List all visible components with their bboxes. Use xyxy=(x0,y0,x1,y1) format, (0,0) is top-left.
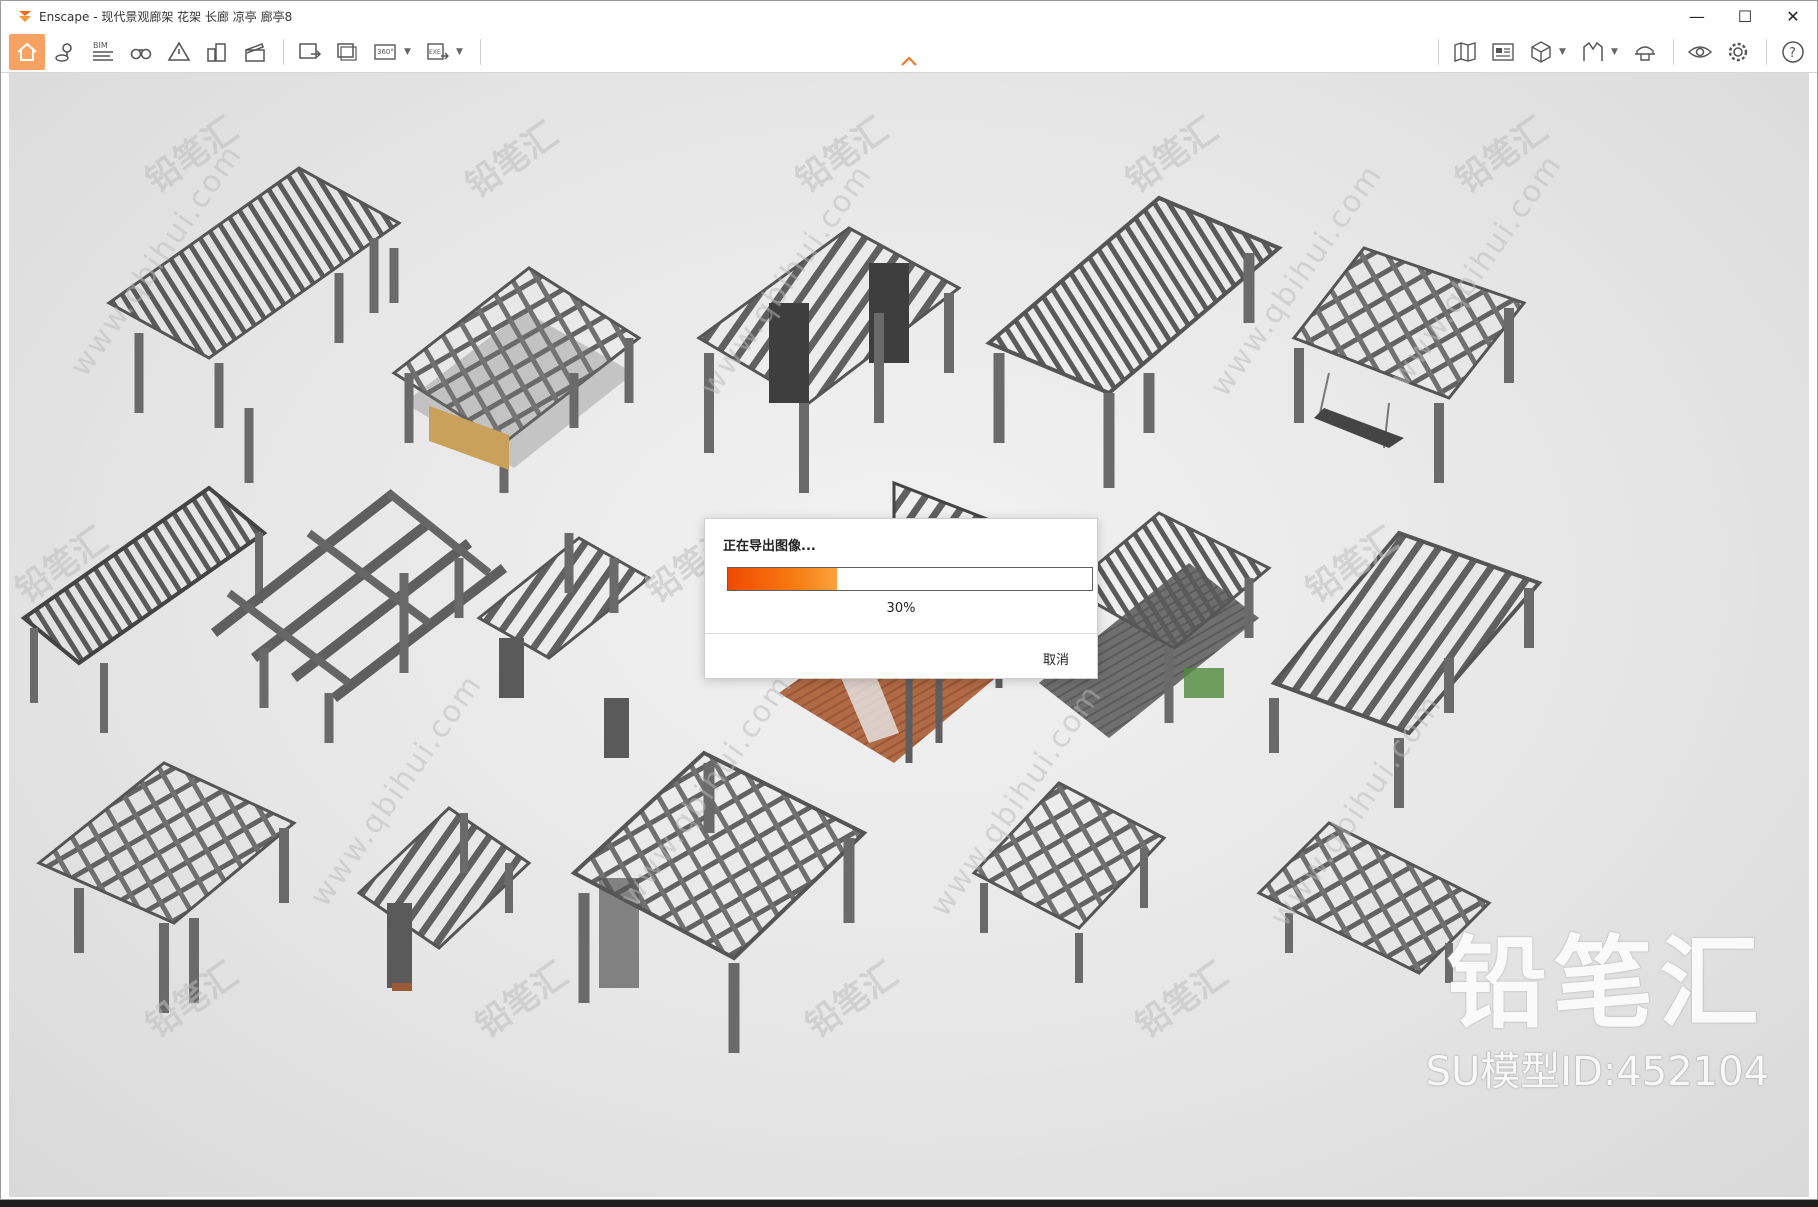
binoculars-icon xyxy=(130,48,152,59)
pergola-model xyxy=(1269,530,1543,808)
pergola-model xyxy=(36,761,297,1013)
pergola-model xyxy=(106,166,402,483)
bim-icon: BIM xyxy=(93,41,113,61)
batch-render-button[interactable] xyxy=(330,34,366,70)
pergola-model xyxy=(570,750,868,1053)
cube-icon xyxy=(1531,41,1551,63)
toolbar-separator xyxy=(1673,39,1674,65)
title-bar: Enscape - 现代景观廊架 花架 长廊 凉亭 廊亭8 — ☐ ✕ xyxy=(1,1,1817,31)
home-icon xyxy=(17,42,37,61)
window-controls: — ☐ ✕ xyxy=(1673,1,1817,31)
exe-export-icon: EXE xyxy=(427,42,449,60)
pergola-model xyxy=(356,806,532,991)
toolbar-separator xyxy=(1766,39,1767,65)
help-icon: ? xyxy=(1782,41,1804,63)
render-image-button[interactable] xyxy=(292,34,328,70)
bim-label: BIM xyxy=(93,41,108,50)
progress-percent: 30% xyxy=(886,601,916,616)
hat-icon xyxy=(1635,46,1655,61)
enscape-logo-icon xyxy=(19,11,31,22)
toolbar-left-group: BIM 360° ▼ EXE ▼ xyxy=(1,31,489,73)
dialog-divider xyxy=(705,633,1097,634)
section-button[interactable] xyxy=(1575,34,1611,70)
toolbar-right-group: ▼ ▼ ? xyxy=(1430,31,1813,73)
gear-icon xyxy=(1728,42,1748,62)
visual-settings-button[interactable] xyxy=(1682,34,1718,70)
home-button[interactable] xyxy=(9,33,45,70)
window-title: Enscape - 现代景观廊架 花架 长廊 凉亭 廊亭8 xyxy=(39,9,293,24)
pergola-model xyxy=(476,533,652,758)
collapse-toolbar-button[interactable] xyxy=(897,51,921,71)
export-progress-bar xyxy=(727,567,1093,591)
enscape-window: Enscape - 现代景观廊架 花架 长廊 凉亭 廊亭8 — ☐ ✕ BIM xyxy=(0,0,1818,1200)
help-label: ? xyxy=(1789,46,1796,61)
buildings-icon xyxy=(207,42,226,62)
watermark-brand-large: 铅笔汇 xyxy=(1447,925,1765,1042)
pergola-model xyxy=(20,485,268,733)
cube-button[interactable] xyxy=(1523,34,1559,70)
map-icon xyxy=(1454,42,1476,62)
toolbar-separator xyxy=(1438,39,1439,65)
section-icon xyxy=(1583,41,1603,61)
cancel-button[interactable]: 取消 xyxy=(1043,649,1069,668)
pergola-model xyxy=(1291,246,1527,483)
desktop-background-strip xyxy=(0,1200,1818,1207)
issues-button[interactable] xyxy=(161,34,197,70)
video-button[interactable] xyxy=(237,34,273,70)
exe-export-button[interactable]: EXE xyxy=(420,34,456,70)
map-button[interactable] xyxy=(1447,34,1483,70)
asset-library-button[interactable] xyxy=(1485,34,1521,70)
help-button[interactable]: ? xyxy=(1775,34,1811,70)
render-image-icon xyxy=(299,42,322,59)
close-button[interactable]: ✕ xyxy=(1769,1,1817,31)
section-dropdown-caret[interactable]: ▼ xyxy=(1611,34,1621,70)
exe-label: EXE xyxy=(429,49,441,56)
dialog-title: 正在导出图像... xyxy=(723,539,816,554)
export-progress-dialog: 正在导出图像... 30% 取消 xyxy=(704,518,1098,679)
warning-icon xyxy=(167,40,191,61)
pergola-model xyxy=(696,226,962,493)
panorama-dropdown-caret[interactable]: ▼ xyxy=(404,34,414,70)
toolbar-separator xyxy=(283,38,284,65)
exe-dropdown-caret[interactable]: ▼ xyxy=(456,34,466,70)
eye-icon xyxy=(1687,46,1713,58)
progress-fill xyxy=(728,568,838,590)
cube-dropdown-caret[interactable]: ▼ xyxy=(1559,34,1569,70)
location-icon xyxy=(55,42,72,62)
pano-label: 360° xyxy=(377,48,394,56)
panorama-button[interactable]: 360° xyxy=(368,34,404,70)
location-button[interactable] xyxy=(47,34,83,70)
clapper-icon xyxy=(245,42,265,62)
chevron-up-icon xyxy=(901,56,917,66)
toolbar-separator xyxy=(480,38,481,65)
watermark-model-id: SU模型ID:452104 xyxy=(1425,1049,1769,1095)
panorama-360-icon: 360° xyxy=(374,43,396,60)
bim-button[interactable]: BIM xyxy=(85,34,121,70)
maximize-button[interactable]: ☐ xyxy=(1721,1,1769,31)
pergola-model xyxy=(971,781,1167,983)
minimize-button[interactable]: — xyxy=(1673,1,1721,31)
pergola-model xyxy=(391,266,642,493)
settings-button[interactable] xyxy=(1720,34,1756,70)
asset-library-icon xyxy=(1492,43,1514,61)
batch-render-icon xyxy=(337,42,357,61)
pergola-model xyxy=(985,195,1283,488)
views-button[interactable] xyxy=(123,34,159,70)
hat-button[interactable] xyxy=(1627,34,1663,70)
site-button[interactable] xyxy=(199,34,235,70)
